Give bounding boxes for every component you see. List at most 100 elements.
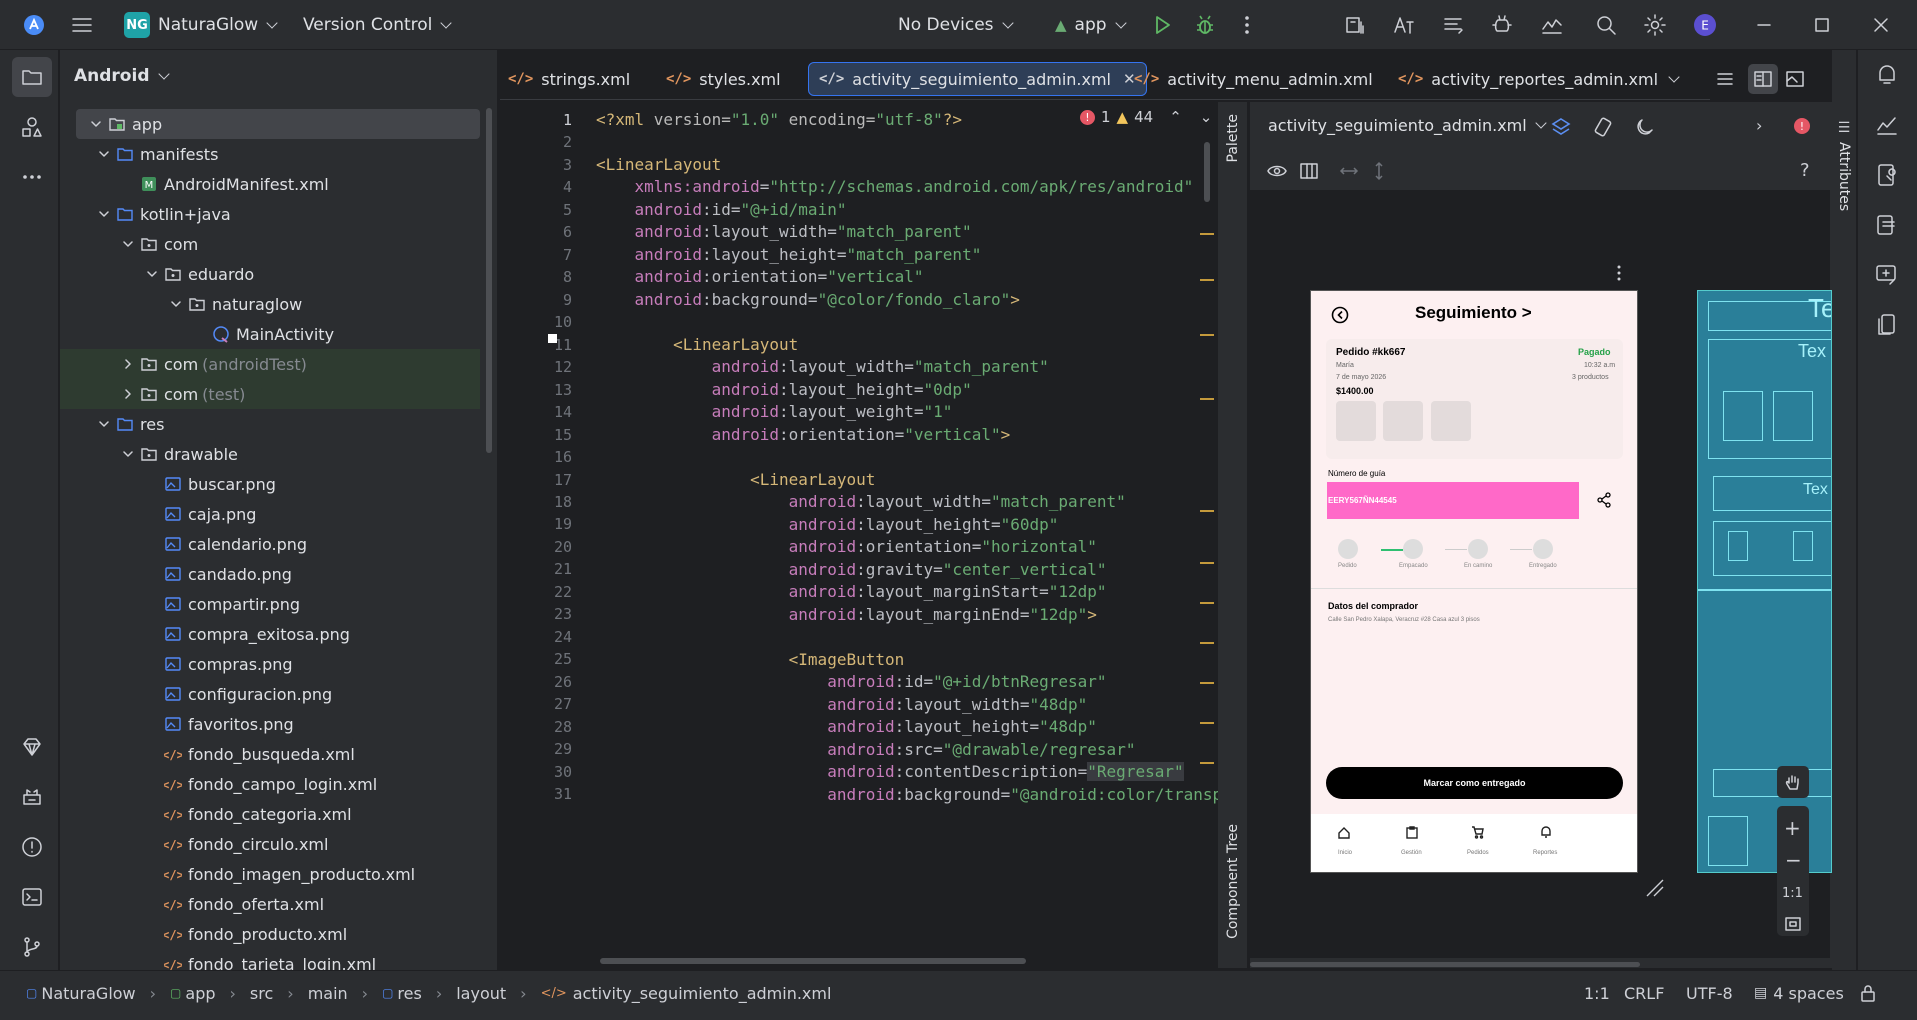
design-horizontal-scrollbar[interactable] — [1250, 962, 1640, 967]
tree-item[interactable]: res — [60, 409, 480, 439]
main-menu-icon[interactable] — [70, 13, 94, 37]
tree-item[interactable]: manifests — [60, 139, 480, 169]
lock-icon[interactable] — [1858, 971, 1878, 1015]
code-editor[interactable]: 1 2 3 4 5 6 7 8 9 10 11 12 13 14 15 16 17 18 19 20 21 22 23 24 2… — [500, 102, 1218, 968]
sdk-manager-icon[interactable] — [1490, 13, 1514, 37]
device-selector[interactable]: No Devices — [898, 0, 1014, 50]
design-toolbar-more-icon[interactable]: › — [1756, 116, 1762, 135]
expanded-chevron-icon[interactable] — [96, 206, 112, 222]
minimize-window-icon[interactable] — [1752, 13, 1776, 37]
inspection-indicator[interactable]: ! 1 ▲ 44 ⌃ ⌄ — [1080, 108, 1212, 126]
editor-horizontal-scrollbar[interactable] — [600, 958, 1026, 964]
breadcrumb-item[interactable]: app — [185, 984, 215, 1003]
expanded-chevron-icon[interactable] — [120, 446, 136, 462]
tree-item[interactable]: calendario.png — [60, 529, 480, 559]
preview-options-icon[interactable] — [1612, 264, 1626, 282]
tree-item[interactable]: caja.png — [60, 499, 480, 529]
next-highlight-icon[interactable]: ⌄ — [1200, 108, 1213, 126]
editor-vertical-scrollbar[interactable] — [1204, 142, 1210, 202]
breadcrumb-item[interactable]: src — [250, 984, 273, 1003]
search-icon[interactable] — [1594, 13, 1618, 37]
blueprint-preview[interactable]: Te Tex Tex — [1697, 290, 1832, 873]
breakpoint-marker[interactable] — [548, 334, 557, 343]
tree-item[interactable]: com (androidTest) — [60, 349, 480, 379]
breadcrumb-item[interactable]: main — [308, 984, 348, 1003]
tree-item[interactable]: </> fondo_oferta.xml — [60, 889, 480, 919]
tab-activity-reportes-admin-xml[interactable]: </> activity_reportes_admin.xml — [1398, 58, 1658, 100]
file-encoding[interactable]: UTF-8 — [1686, 971, 1733, 1015]
problems-icon[interactable] — [20, 835, 44, 859]
tree-item[interactable]: favoritos.png — [60, 709, 480, 739]
device-file-explorer-icon[interactable] — [1874, 162, 1900, 188]
project-folder-icon[interactable] — [20, 65, 44, 89]
horizontal-constraint-icon[interactable] — [1338, 160, 1360, 182]
maximize-window-icon[interactable] — [1810, 13, 1834, 37]
attributes-tab[interactable]: ☰ Attributes — [1834, 120, 1854, 260]
design-surface-icon[interactable] — [1550, 116, 1572, 138]
gemini-chat-icon[interactable] — [1874, 112, 1900, 138]
logcat-icon[interactable] — [1441, 13, 1465, 37]
zoom-out-icon[interactable]: − — [1785, 848, 1802, 872]
notifications-bell-icon[interactable] — [1874, 62, 1900, 88]
expanded-chevron-icon[interactable] — [96, 416, 112, 432]
running-devices-icon[interactable] — [1874, 212, 1900, 238]
android-studio-logo-icon[interactable] — [22, 13, 46, 37]
git-icon[interactable] — [20, 935, 44, 959]
close-window-icon[interactable] — [1869, 13, 1893, 37]
design-view-icon[interactable] — [1784, 68, 1806, 90]
more-actions-icon[interactable] — [1235, 13, 1259, 37]
breadcrumb-item[interactable]: layout — [456, 984, 506, 1003]
split-view-button[interactable] — [1748, 64, 1778, 94]
emulator-icon[interactable] — [1874, 262, 1900, 288]
expanded-chevron-icon[interactable] — [88, 116, 104, 132]
version-control-menu[interactable]: Version Control — [303, 0, 453, 50]
collapsed-chevron-icon[interactable] — [120, 386, 136, 402]
tree-item[interactable]: MainActivity — [60, 319, 480, 349]
tree-item[interactable]: naturaglow — [60, 289, 480, 319]
tree-item[interactable]: configuracion.png — [60, 679, 480, 709]
phone-preview[interactable]: Seguimiento > Pedido #kk667 Pagado María… — [1310, 290, 1638, 873]
layout-file-selector[interactable]: activity_seguimiento_admin.xml — [1268, 116, 1547, 135]
breadcrumb-item[interactable]: NaturaGlow — [41, 984, 135, 1003]
caret-position[interactable]: 1:1 — [1584, 971, 1610, 1015]
tree-item[interactable]: </> fondo_campo_login.xml — [60, 769, 480, 799]
tree-item[interactable]: compartir.png — [60, 589, 480, 619]
tab-styles-xml[interactable]: </> styles.xml — [666, 58, 781, 100]
expanded-chevron-icon[interactable] — [120, 236, 136, 252]
tree-item[interactable]: compra_exitosa.png — [60, 619, 480, 649]
app-inspection-icon[interactable] — [1540, 13, 1564, 37]
tree-item[interactable]: com (test) — [60, 379, 480, 409]
tree-item[interactable]: drawable — [60, 439, 480, 469]
component-tree-tab[interactable]: Component Tree — [1223, 824, 1243, 964]
project-selector[interactable]: NG NaturaGlow — [124, 0, 278, 50]
translations-icon[interactable] — [1392, 13, 1416, 37]
breadcrumb-item[interactable]: activity_seguimiento_admin.xml — [573, 984, 832, 1003]
collapsed-chevron-icon[interactable] — [120, 356, 136, 372]
blueprint-toggle-icon[interactable] — [1298, 160, 1320, 182]
palette-tab[interactable]: Palette — [1223, 114, 1243, 214]
device-manager-icon[interactable] — [1343, 13, 1367, 37]
more-tools-icon[interactable] — [20, 165, 44, 189]
project-view-selector[interactable]: Android — [74, 66, 170, 86]
tree-item[interactable]: </> fondo_producto.xml — [60, 919, 480, 949]
run-icon[interactable] — [1150, 13, 1174, 37]
breadcrumb-item[interactable]: res — [397, 984, 421, 1003]
tree-item[interactable]: candado.png — [60, 559, 480, 589]
code-view-icon[interactable] — [1714, 68, 1736, 90]
help-icon[interactable]: ? — [1800, 160, 1810, 181]
tree-item[interactable]: compras.png — [60, 649, 480, 679]
tab-activity-menu-admin-xml[interactable]: </> activity_menu_admin.xml — [1134, 58, 1373, 100]
layout-error-icon[interactable]: ! — [1794, 118, 1810, 134]
tree-item[interactable]: </> fondo_categoria.xml — [60, 799, 480, 829]
orientation-icon[interactable] — [1592, 116, 1614, 138]
tree-item[interactable]: eduardo — [60, 259, 480, 289]
tree-item[interactable]: </> fondo_imagen_producto.xml — [60, 859, 480, 889]
indent-setting[interactable]: ▤ 4 spaces — [1754, 971, 1844, 1015]
pan-hand-icon[interactable] — [1777, 766, 1809, 798]
tree-item[interactable]: app — [76, 109, 480, 139]
user-avatar[interactable]: E — [1693, 13, 1717, 37]
eye-icon[interactable] — [1266, 160, 1288, 182]
device-mirroring-icon[interactable] — [1874, 312, 1900, 338]
gemini-icon[interactable] — [20, 735, 44, 759]
tab-activity-seguimiento-admin-xml[interactable]: </> activity_seguimiento_admin.xml ✕ — [808, 62, 1147, 96]
